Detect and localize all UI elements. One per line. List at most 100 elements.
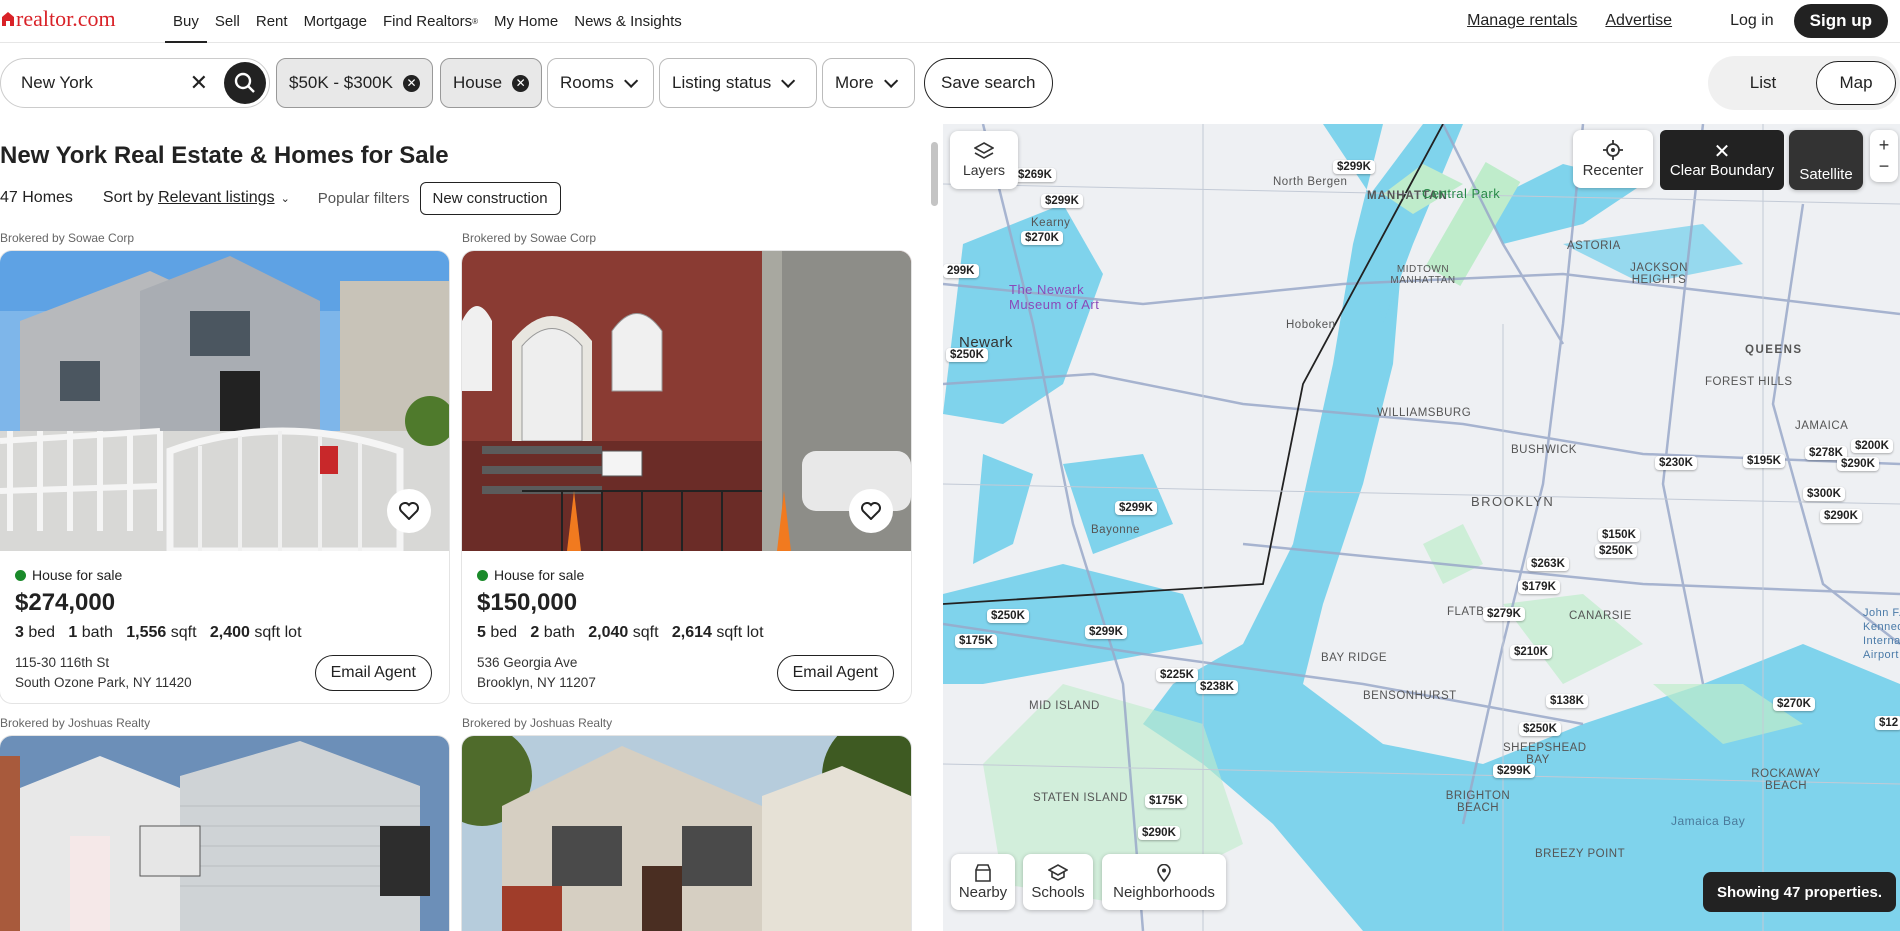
price-pin[interactable]: $210K xyxy=(1510,645,1552,659)
listing-photo[interactable] xyxy=(462,251,911,551)
price-pin[interactable]: $250K xyxy=(1519,722,1561,736)
listing-photo[interactable] xyxy=(0,251,449,555)
email-agent-button[interactable]: Email Agent xyxy=(314,655,432,691)
price-pin[interactable]: $250K xyxy=(987,609,1029,623)
listing-card[interactable]: House for sale $274,000 3 bed 1 bath 1,5… xyxy=(0,251,449,703)
schools-button[interactable]: Schools xyxy=(1023,854,1093,910)
price-pin[interactable]: $250K xyxy=(1595,544,1637,558)
price-pin[interactable]: $263K xyxy=(1527,557,1569,571)
scrollbar-thumb[interactable] xyxy=(931,142,938,206)
nav-sell[interactable]: Sell xyxy=(207,0,248,42)
nav-rent[interactable]: Rent xyxy=(248,0,296,42)
remove-type-filter-icon[interactable]: ✕ xyxy=(512,74,530,92)
price-pin[interactable]: $290K xyxy=(1820,509,1862,523)
price-pin[interactable]: $299K xyxy=(1333,160,1375,174)
chevron-down-icon xyxy=(623,73,639,88)
price-pin[interactable]: $299K xyxy=(1493,764,1535,778)
close-icon: ✕ xyxy=(1713,140,1731,163)
clear-search-icon[interactable]: ✕ xyxy=(190,70,208,96)
listing-address[interactable]: 536 Georgia Ave Brooklyn, NY 11207 xyxy=(477,653,596,693)
price-pin[interactable]: $299K xyxy=(1115,501,1157,515)
nav-buy[interactable]: Buy xyxy=(165,0,207,43)
satellite-button[interactable]: Satellite xyxy=(1789,130,1863,190)
signup-button[interactable]: Sign up xyxy=(1793,4,1888,38)
results-scrollbar[interactable] xyxy=(930,124,940,931)
nav-news-insights[interactable]: News & Insights xyxy=(566,0,690,42)
satellite-label: Satellite xyxy=(1799,165,1853,183)
listing-address[interactable]: 115-30 116th St South Ozone Park, NY 114… xyxy=(15,653,192,693)
listing-status: House for sale xyxy=(477,567,584,583)
price-pin[interactable]: $175K xyxy=(955,634,997,648)
more-filters-dropdown[interactable]: More xyxy=(822,58,915,108)
save-listing-button[interactable] xyxy=(387,489,431,533)
nearby-button[interactable]: Nearby xyxy=(951,854,1015,910)
nav-find-realtors-label: Find Realtors xyxy=(382,12,473,30)
nav-mortgage[interactable]: Mortgage xyxy=(296,0,375,42)
recenter-button[interactable]: Recenter xyxy=(1573,130,1653,188)
price-pin[interactable]: $200K xyxy=(1851,439,1893,453)
listing-card[interactable] xyxy=(0,736,449,931)
chevron-down-icon xyxy=(781,73,796,88)
place-label: North Bergen xyxy=(1273,176,1348,188)
login-link[interactable]: Log in xyxy=(1730,12,1774,30)
type-filter-chip[interactable]: House ✕ xyxy=(440,58,543,108)
zoom-in-button[interactable]: + xyxy=(1879,135,1890,156)
layers-button[interactable]: Layers xyxy=(950,131,1018,189)
price-pin[interactable]: $299K xyxy=(1085,625,1127,639)
new-construction-chip[interactable]: New construction xyxy=(419,181,561,215)
price-pin[interactable]: $225K xyxy=(1156,668,1198,682)
map-panel[interactable]: North Bergen Kearny MANHATTAN MIDTOWN MA… xyxy=(943,124,1900,931)
price-pin[interactable]: $12 xyxy=(1875,716,1900,730)
price-pin[interactable]: $179K xyxy=(1518,580,1560,594)
email-agent-button[interactable]: Email Agent xyxy=(776,655,894,691)
remove-price-filter-icon[interactable]: ✕ xyxy=(402,74,420,92)
listing-card[interactable]: House for sale $150,000 5 bed 2 bath 2,0… xyxy=(462,251,911,703)
neighborhoods-button[interactable]: Neighborhoods xyxy=(1102,854,1226,910)
heart-icon xyxy=(399,502,419,520)
layers-label: Layers xyxy=(962,162,1006,178)
price-pin[interactable]: $238K xyxy=(1196,680,1238,694)
list-view-button[interactable]: List xyxy=(1722,73,1804,93)
bed-label: bed xyxy=(490,624,518,641)
sqft-value: 1,556 xyxy=(126,624,167,641)
bath-count: 1 xyxy=(68,624,78,641)
price-pin[interactable]: $270K xyxy=(1773,697,1815,711)
map-view-button[interactable]: Map xyxy=(1816,61,1896,105)
search-button[interactable] xyxy=(224,62,266,104)
house-photo-image xyxy=(0,736,449,931)
realtor-logo[interactable]: realtor.com xyxy=(2,6,116,32)
price-pin[interactable]: $300K xyxy=(1803,487,1845,501)
price-filter-chip[interactable]: $50K - $300K ✕ xyxy=(276,58,433,108)
price-pin[interactable]: $195K xyxy=(1743,454,1785,468)
broker-label: Brokered by Sowae Corp xyxy=(462,231,597,245)
place-label: JACKSON HEIGHTS xyxy=(1630,262,1688,286)
place-label: ROCKAWAY BEACH xyxy=(1751,768,1821,792)
price-pin[interactable]: $230K xyxy=(1655,456,1697,470)
zoom-out-button[interactable]: − xyxy=(1879,156,1890,177)
save-search-button[interactable]: Save search xyxy=(924,58,1053,108)
price-pin[interactable]: $290K xyxy=(1138,826,1180,840)
price-pin[interactable]: $299K xyxy=(1041,194,1083,208)
price-pin[interactable]: $150K xyxy=(1598,528,1640,542)
price-pin[interactable]: $250K xyxy=(946,348,988,362)
listing-card[interactable] xyxy=(462,736,911,931)
rooms-dropdown[interactable]: Rooms xyxy=(547,58,654,108)
price-pin[interactable]: $175K xyxy=(1145,794,1187,808)
save-listing-button[interactable] xyxy=(849,489,893,533)
price-pin[interactable]: $138K xyxy=(1546,694,1588,708)
nav-my-home[interactable]: My Home xyxy=(486,0,566,42)
nav-find-realtors[interactable]: Find Realtors ® xyxy=(375,0,486,42)
manage-rentals-link[interactable]: Manage rentals xyxy=(1467,12,1577,30)
price-pin[interactable]: $290K xyxy=(1837,457,1879,471)
sort-dropdown[interactable]: Relevant listings xyxy=(158,189,275,207)
clear-boundary-button[interactable]: ✕ Clear Boundary xyxy=(1660,130,1784,190)
listing-status-dropdown[interactable]: Listing status xyxy=(659,58,817,108)
price-pin[interactable]: 299K xyxy=(943,264,979,278)
bed-count: 5 xyxy=(477,624,486,641)
price-pin[interactable]: $269K xyxy=(1014,168,1056,182)
bath-label: bath xyxy=(543,624,575,641)
advertise-link[interactable]: Advertise xyxy=(1605,12,1672,30)
price-pin[interactable]: $279K xyxy=(1483,607,1525,621)
price-pin[interactable]: $270K xyxy=(1021,231,1063,245)
search-input[interactable]: New York xyxy=(21,73,190,93)
